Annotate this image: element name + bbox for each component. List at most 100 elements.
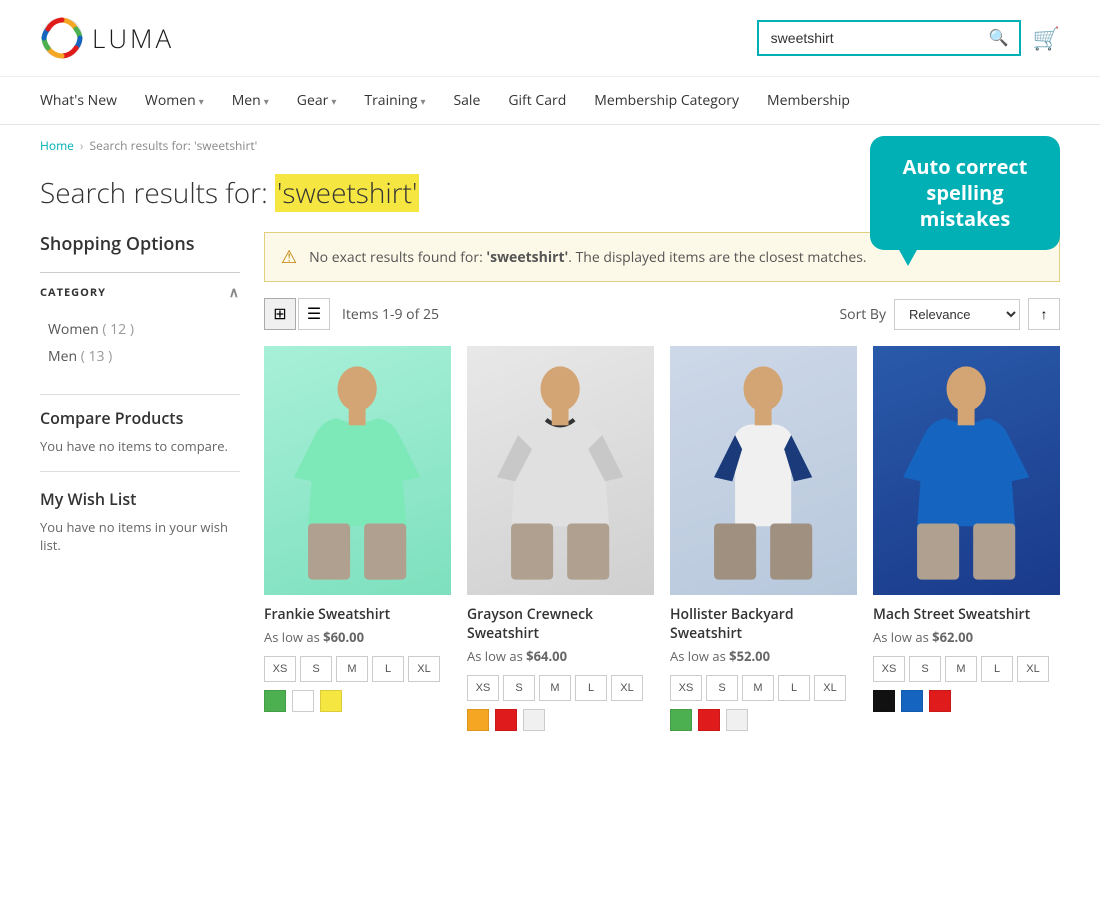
sort-select[interactable]: Relevance Price Product Name [894,299,1020,330]
size-xl[interactable]: XL [408,656,440,682]
color-swatch[interactable] [320,690,342,712]
breadcrumb-separator: › [80,137,84,154]
color-swatch[interactable] [726,709,748,731]
size-m[interactable]: M [336,656,368,682]
main-nav: What's New Women ▾ Men ▾ Gear ▾ Training… [0,77,1100,125]
color-swatch[interactable] [698,709,720,731]
size-xl[interactable]: XL [814,675,846,701]
size-s[interactable]: S [300,656,332,682]
category-header[interactable]: CATEGORY ∧ [40,272,240,312]
product-figure-icon [882,358,1050,582]
header: LUMA 🔍 🛒 [0,0,1100,77]
size-s[interactable]: S [706,675,738,701]
list-view-button[interactable]: ☰ [298,298,330,330]
gear-chevron-icon: ▾ [331,94,336,108]
nav-item-membership-category[interactable]: Membership Category [594,91,739,110]
product-image[interactable] [467,346,654,595]
size-xl[interactable]: XL [611,675,643,701]
product-image[interactable] [264,346,451,595]
products-grid: Frankie Sweatshirt As low as $60.00 XS S… [264,346,1060,731]
size-xl[interactable]: XL [1017,656,1049,682]
product-name[interactable]: Hollister Backyard Sweatshirt [670,605,857,643]
color-swatch[interactable] [901,690,923,712]
size-xs[interactable]: XS [670,675,702,701]
list-item[interactable]: Women ( 12 ) [40,316,240,343]
auto-correct-bubble: Auto correct spelling mistakes [870,136,1060,250]
alert-keyword: 'sweetshirt' [486,248,568,267]
training-chevron-icon: ▾ [420,94,425,108]
size-l[interactable]: L [575,675,607,701]
product-price: As low as $64.00 [467,647,654,665]
product-figure-icon [273,358,441,582]
product-price: As low as $52.00 [670,647,857,665]
sidebar-divider2 [40,471,240,472]
product-image[interactable] [873,346,1060,595]
product-sizes: XS S M L XL [264,656,451,682]
view-buttons: ⊞ ☰ [264,298,330,330]
category-list: Women ( 12 ) Men ( 13 ) [40,312,240,382]
search-query-highlight: 'sweetshirt' [275,174,419,212]
sidebar: Shopping Options CATEGORY ∧ Women ( 12 )… [40,232,240,731]
size-xs[interactable]: XS [467,675,499,701]
compare-text: You have no items to compare. [40,437,240,455]
category-collapse-icon: ∧ [229,283,240,302]
cart-icon[interactable]: 🛒 [1033,23,1060,53]
nav-item-sale[interactable]: Sale [453,91,480,110]
size-m[interactable]: M [742,675,774,701]
search-input[interactable] [759,22,979,54]
search-box: 🔍 [757,20,1021,56]
breadcrumb-current: Search results for: 'sweetshirt' [90,137,258,154]
nav-item-whats-new[interactable]: What's New [40,91,117,110]
list-item[interactable]: Men ( 13 ) [40,343,240,370]
product-name[interactable]: Grayson Crewneck Sweatshirt [467,605,654,643]
color-swatch[interactable] [467,709,489,731]
product-name[interactable]: Mach Street Sweatshirt [873,605,1060,624]
product-card: Mach Street Sweatshirt As low as $62.00 … [873,346,1060,731]
nav-item-women[interactable]: Women ▾ [145,91,204,110]
size-m[interactable]: M [539,675,571,701]
product-price: As low as $60.00 [264,628,451,646]
product-sizes: XS S M L XL [670,675,857,701]
breadcrumb-home[interactable]: Home [40,137,74,154]
grid-view-button[interactable]: ⊞ [264,298,296,330]
color-swatch[interactable] [929,690,951,712]
men-chevron-icon: ▾ [264,94,269,108]
sort-label: Sort By [839,305,886,324]
alert-warning-icon: ⚠ [281,245,297,269]
size-xs[interactable]: XS [264,656,296,682]
color-swatch[interactable] [523,709,545,731]
product-sizes: XS S M L XL [873,656,1060,682]
color-swatch[interactable] [264,690,286,712]
size-m[interactable]: M [945,656,977,682]
nav-item-training[interactable]: Training ▾ [364,91,425,110]
items-count: Items 1-9 of 25 [342,305,439,324]
size-l[interactable]: L [372,656,404,682]
color-swatch[interactable] [495,709,517,731]
color-swatch[interactable] [873,690,895,712]
nav-item-gear[interactable]: Gear ▾ [297,91,337,110]
product-figure-icon [679,358,847,582]
product-colors [873,690,1060,712]
search-button[interactable]: 🔍 [979,22,1019,54]
product-image[interactable] [670,346,857,595]
nav-item-gift-card[interactable]: Gift Card [508,91,566,110]
size-xs[interactable]: XS [873,656,905,682]
product-figure-icon [476,358,644,582]
size-l[interactable]: L [981,656,1013,682]
bubble-tail-icon [898,248,918,266]
product-card: Hollister Backyard Sweatshirt As low as … [670,346,857,731]
header-right: 🔍 🛒 [757,20,1060,56]
nav-item-membership[interactable]: Membership [767,91,850,110]
color-swatch[interactable] [670,709,692,731]
product-name[interactable]: Frankie Sweatshirt [264,605,451,624]
logo[interactable]: LUMA [40,16,174,60]
product-colors [670,709,857,731]
product-price: As low as $62.00 [873,628,1060,646]
size-s[interactable]: S [909,656,941,682]
nav-item-men[interactable]: Men ▾ [232,91,269,110]
color-swatch[interactable] [292,690,314,712]
size-l[interactable]: L [778,675,810,701]
sort-direction-button[interactable]: ↑ [1028,298,1060,330]
logo-text: LUMA [92,20,174,56]
size-s[interactable]: S [503,675,535,701]
